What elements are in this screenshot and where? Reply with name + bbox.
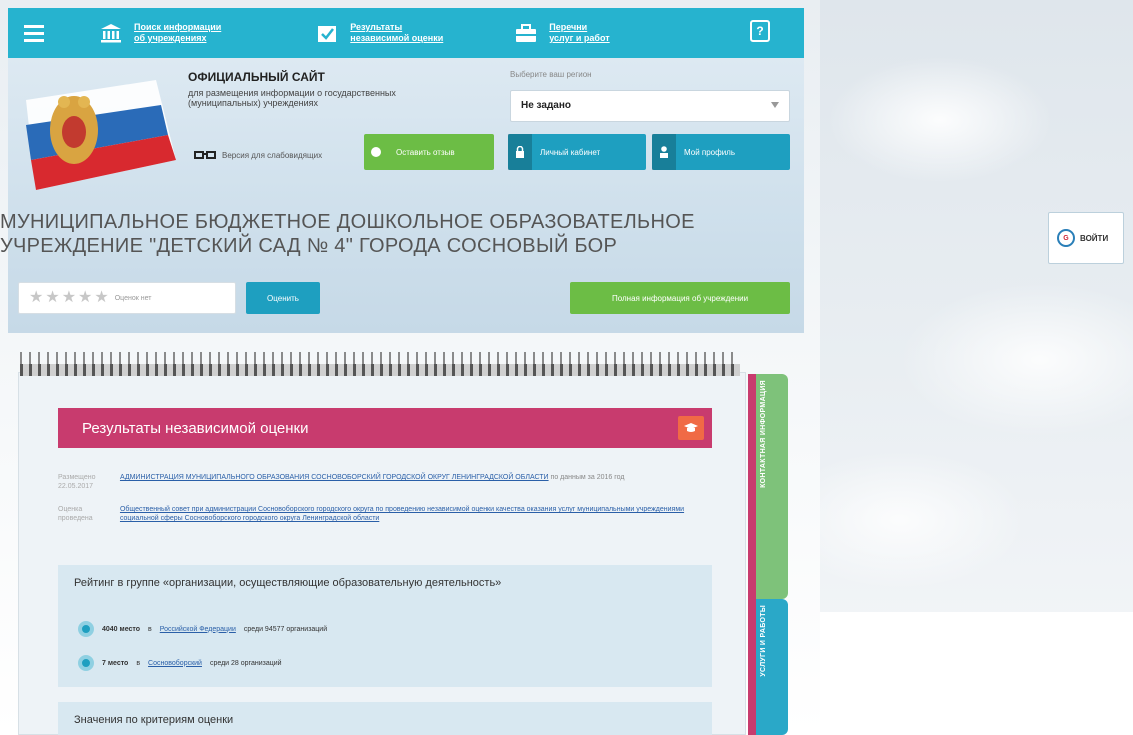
nav-item-label: Поиск информации об учреждениях (134, 22, 222, 43)
rank-value: 7 место (102, 659, 129, 667)
feedback-label: Оставить отзыв (396, 147, 455, 157)
rating-card: Рейтинг в группе «организации, осуществл… (58, 565, 712, 687)
top-navigation: Поиск информации об учреждениях Результа… (8, 8, 804, 58)
star-rating[interactable]: ★ ★ ★ ★ ★ Оценок нет (18, 282, 236, 314)
region-label: Выберите ваш регион (510, 70, 592, 79)
rank-tail: среди 28 организаций (209, 659, 282, 667)
menu-button[interactable] (8, 8, 60, 58)
rating-text: Оценок нет (114, 294, 152, 302)
nav-item-label: Результаты независимой оценки (350, 22, 444, 43)
rating-row-russia: 4040 место в Российской Федерации среди … (78, 621, 327, 637)
criteria-title: Значения по критериям оценки (74, 714, 234, 726)
region-select[interactable]: Не задано (510, 90, 790, 122)
tab-accent-strip (748, 374, 756, 735)
cabinet-button[interactable]: Личный кабинет (508, 134, 646, 170)
evaluator-link[interactable]: Общественный совет при администрации Сос… (120, 506, 684, 522)
star-icon[interactable]: ★ (78, 290, 92, 306)
star-icon[interactable]: ★ (62, 290, 76, 306)
results-heading: Результаты независимой оценки (58, 408, 712, 448)
help-icon[interactable]: ? (750, 20, 770, 42)
rank-value: 4040 место (102, 625, 141, 633)
organization-title: МУНИЦИПАЛЬНОЕ БЮДЖЕТНОЕ ДОШКОЛЬНОЕ ОБРАЗ… (0, 211, 695, 257)
gosuslugi-icon: G (1057, 229, 1075, 247)
feedback-button[interactable]: Оставить отзыв (364, 134, 494, 170)
rate-button[interactable]: Оценить (246, 282, 320, 314)
hamburger-icon (24, 23, 44, 44)
checkbox-icon (316, 22, 338, 44)
graduation-cap-icon (678, 416, 704, 440)
organization-link[interactable]: АДМИНИСТРАЦИЯ МУНИЦИПАЛЬНОГО ОБРАЗОВАНИЯ… (120, 474, 549, 481)
cabinet-label: Личный кабинет (540, 147, 601, 157)
accessibility-link[interactable]: Версия для слабовидящих (194, 150, 322, 160)
site-subtitle: для размещения информации о государствен… (188, 88, 396, 108)
nav-item-label: Перечни услуг и работ (549, 22, 610, 43)
blank-area (820, 612, 1133, 735)
nav-services-list[interactable]: Перечни услуг и работ (515, 22, 610, 44)
nav-evaluation-results[interactable]: Результаты независимой оценки (316, 22, 443, 44)
rating-row-local: 7 место в Сосновоборский среди 28 органи… (78, 655, 282, 671)
region-value: Не задано (521, 100, 572, 111)
building-icon (100, 22, 122, 44)
rank-in: в (148, 625, 152, 633)
accessibility-label: Версия для слабовидящих (222, 150, 323, 160)
results-heading-text: Результаты независимой оценки (82, 419, 309, 437)
rank-in: в (136, 659, 141, 667)
login-label: ВОЙТИ (1080, 233, 1109, 243)
results-meta-published: Размещено 22.05.2017 АДМИНИСТРАЦИЯ МУНИЦ… (58, 473, 712, 491)
tab-label: УСЛУГИ И РАБОТЫ (760, 605, 767, 677)
region-link[interactable]: Сосновоборский (148, 660, 202, 667)
bullet-icon (78, 621, 94, 637)
chevron-down-icon (771, 102, 779, 108)
profile-label: Мой профиль (684, 147, 736, 157)
results-meta-evaluator: Оценка проведена Общественный совет при … (58, 505, 712, 523)
briefcase-icon (515, 22, 537, 44)
notebook-rings-base (20, 364, 740, 376)
bullet-icon (78, 655, 94, 671)
tab-label: КОНТАКТНАЯ ИНФОРМАЦИЯ (760, 380, 767, 488)
chat-bubble-icon (364, 134, 388, 170)
star-icon[interactable]: ★ (94, 290, 108, 306)
profile-button[interactable]: Мой профиль (652, 134, 790, 170)
russia-emblem-logo (26, 80, 176, 190)
rating-group-title: Рейтинг в группе «организации, осуществл… (74, 577, 502, 589)
full-info-button[interactable]: Полная информация об учреждении (570, 282, 790, 314)
region-link[interactable]: Российской Федерации (160, 626, 236, 633)
meta-label: Оценка проведена (58, 506, 93, 522)
meta-label: Размещено 22.05.2017 (58, 474, 96, 490)
rank-tail: среди 94577 организаций (243, 625, 328, 633)
user-icon (652, 134, 676, 170)
meta-tail: по данным за 2016 год (550, 474, 625, 481)
site-title: ОФИЦИАЛЬНЫЙ САЙТ (188, 70, 325, 84)
criteria-card: Значения по критериям оценки (58, 702, 712, 735)
lock-icon (508, 134, 532, 170)
nav-search-institutions[interactable]: Поиск информации об учреждениях (100, 22, 221, 44)
login-button[interactable]: G ВОЙТИ (1048, 212, 1124, 264)
glasses-icon (194, 151, 216, 159)
star-icon[interactable]: ★ (45, 290, 59, 306)
star-icon[interactable]: ★ (29, 290, 43, 306)
